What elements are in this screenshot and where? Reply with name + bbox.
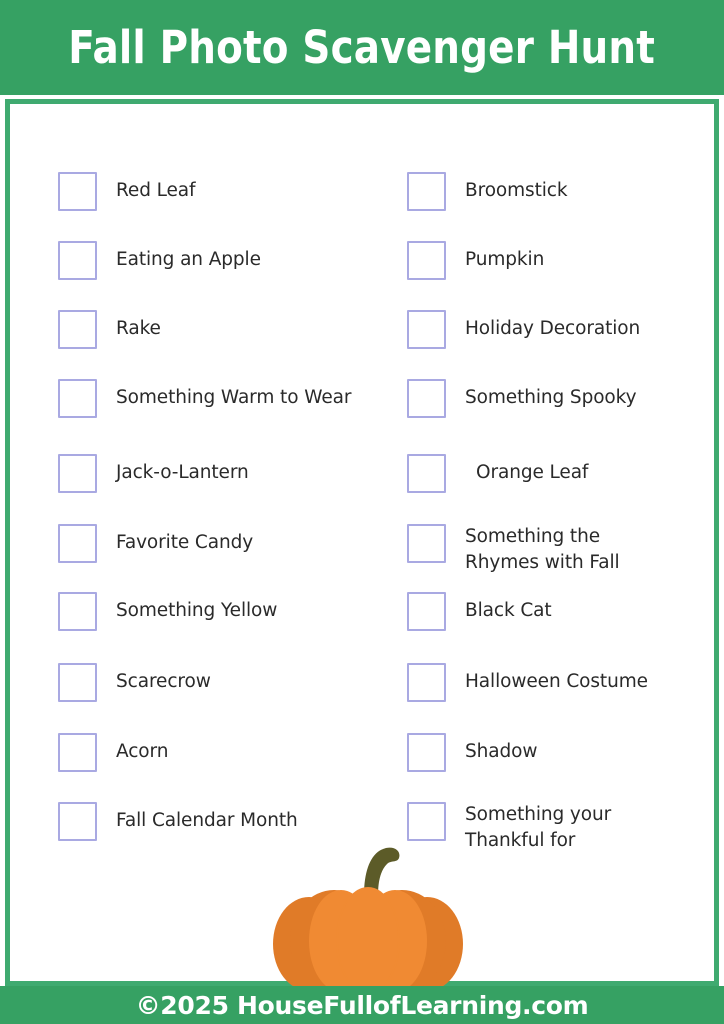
list-item[interactable]: Rake — [58, 310, 161, 350]
list-item-label: Black Cat — [465, 600, 552, 621]
list-item-label: Something the Rhymes with Fall — [465, 526, 620, 573]
page-header: Fall Photo Scavenger Hunt — [0, 0, 724, 95]
list-item[interactable]: Scarecrow — [58, 663, 211, 703]
checkbox[interactable] — [407, 524, 446, 563]
list-item-label: Broomstick — [465, 180, 568, 201]
list-item-label: Holiday Decoration — [465, 318, 641, 339]
list-item[interactable]: Fall Calendar Month — [58, 802, 298, 842]
list-item[interactable]: Jack-o-Lantern — [58, 454, 249, 494]
checkbox[interactable] — [407, 379, 446, 418]
list-item[interactable]: Favorite Candy — [58, 524, 253, 564]
list-item-label: Something Warm to Wear — [116, 387, 352, 408]
checkbox[interactable] — [58, 454, 97, 493]
list-item-label: Acorn — [116, 741, 169, 762]
list-item-label: Something Spooky — [465, 387, 637, 408]
list-item[interactable]: Holiday Decoration — [407, 310, 640, 350]
checkbox[interactable] — [58, 592, 97, 631]
list-item-label: Favorite Candy — [116, 532, 254, 553]
list-item[interactable]: Pumpkin — [407, 241, 544, 281]
checkbox[interactable] — [407, 454, 446, 493]
checkbox[interactable] — [407, 310, 446, 349]
checkbox[interactable] — [58, 663, 97, 702]
list-item[interactable]: Black Cat — [407, 592, 552, 632]
list-item[interactable]: Red Leaf — [58, 172, 196, 212]
list-item-label: Rake — [116, 318, 161, 339]
checkbox[interactable] — [407, 592, 446, 631]
checkbox[interactable] — [58, 733, 97, 772]
list-item[interactable]: Something your Thankful for — [407, 802, 611, 851]
checkbox[interactable] — [58, 802, 97, 841]
list-item-label: Orange Leaf — [476, 462, 589, 483]
list-item-label: Eating an Apple — [116, 249, 261, 270]
page-footer: ©2025 HouseFullofLearning.com — [0, 986, 724, 1024]
checkbox[interactable] — [407, 172, 446, 211]
list-item-label: Shadow — [465, 741, 538, 762]
list-item-label: Something your Thankful for — [465, 804, 612, 851]
checkbox[interactable] — [58, 310, 97, 349]
pumpkin-icon — [268, 838, 468, 993]
checkbox[interactable] — [407, 802, 446, 841]
list-item[interactable]: Something the Rhymes with Fall — [407, 524, 620, 573]
list-item[interactable]: Broomstick — [407, 172, 568, 212]
list-item-label: Pumpkin — [465, 249, 545, 270]
page-title: Fall Photo Scavenger Hunt — [68, 21, 656, 74]
list-item[interactable]: Shadow — [407, 733, 538, 773]
list-item[interactable]: Something Spooky — [407, 379, 637, 419]
list-item-label: Scarecrow — [116, 671, 211, 692]
checkbox[interactable] — [58, 241, 97, 280]
list-item-label: Red Leaf — [116, 180, 196, 201]
list-item[interactable]: Something Yellow — [58, 592, 277, 632]
list-item[interactable]: Orange Leaf — [407, 454, 588, 494]
list-item[interactable]: Halloween Costume — [407, 663, 648, 703]
list-item[interactable]: Acorn — [58, 733, 168, 773]
checkbox[interactable] — [58, 524, 97, 563]
checkbox[interactable] — [407, 241, 446, 280]
checkbox[interactable] — [407, 663, 446, 702]
printable-worksheet-page: Fall Photo Scavenger Hunt Red Leaf Eatin… — [0, 0, 724, 1024]
list-item-label: Something Yellow — [116, 600, 278, 621]
list-item[interactable]: Eating an Apple — [58, 241, 261, 281]
checkbox[interactable] — [407, 733, 446, 772]
copyright-text: ©2025 HouseFullofLearning.com — [135, 990, 589, 1020]
checkbox[interactable] — [58, 172, 97, 211]
list-item-label: Halloween Costume — [465, 671, 648, 692]
list-item[interactable]: Something Warm to Wear — [58, 379, 351, 419]
checkbox[interactable] — [58, 379, 97, 418]
list-item-label: Jack-o-Lantern — [116, 462, 249, 483]
list-item-label: Fall Calendar Month — [116, 810, 298, 831]
